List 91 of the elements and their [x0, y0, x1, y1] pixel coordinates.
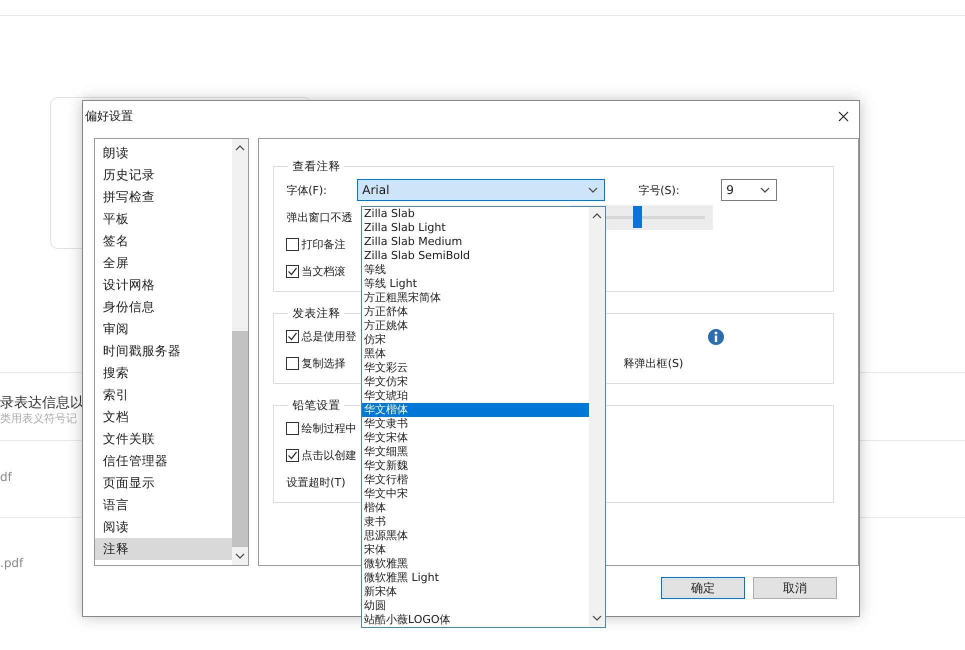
- category-item[interactable]: 页面显示: [95, 472, 232, 494]
- checkbox[interactable]: [286, 238, 300, 251]
- font-option[interactable]: 隶书: [362, 515, 589, 529]
- opacity-label: 弹出窗口不透: [286, 210, 352, 225]
- font-option[interactable]: 微软雅黑: [362, 557, 589, 571]
- checkbox[interactable]: [286, 449, 300, 462]
- group-title: 发表注释: [291, 306, 342, 321]
- category-item[interactable]: 签名: [95, 230, 232, 252]
- chevron-down-icon: [588, 187, 598, 193]
- scroll-down-icon: [592, 615, 602, 621]
- font-label: 字体(F):: [286, 182, 328, 198]
- font-option[interactable]: 华文中宋: [362, 487, 589, 501]
- font-option[interactable]: 等线 Light: [362, 277, 589, 291]
- font-option[interactable]: 等线: [362, 263, 589, 277]
- font-option[interactable]: 宋体: [362, 543, 589, 557]
- category-item[interactable]: 注释: [95, 538, 232, 560]
- font-option[interactable]: 站酷小薇LOGO体: [362, 613, 589, 627]
- timeout-label: 设置超时(T): [286, 475, 346, 490]
- category-item[interactable]: 文档: [95, 406, 232, 428]
- checkbox[interactable]: [286, 265, 300, 278]
- chevron-down-icon: [760, 187, 770, 193]
- file-name: .pdf: [0, 556, 24, 570]
- category-item[interactable]: 身份信息: [95, 296, 232, 318]
- check-icon: [287, 266, 298, 277]
- font-option[interactable]: Zilla Slab: [362, 207, 589, 221]
- category-item[interactable]: 拼写检查: [95, 186, 232, 208]
- font-option[interactable]: 华文琥珀: [362, 389, 589, 403]
- file-name: df: [0, 470, 12, 484]
- checkbox-label: 释弹出框(S): [624, 356, 684, 371]
- checkbox[interactable]: [286, 422, 300, 435]
- description-text: 类用表义符号记: [0, 412, 77, 425]
- font-option[interactable]: 华文仿宋: [362, 375, 589, 389]
- scroll-up-icon: [592, 213, 602, 219]
- scrollbar[interactable]: [232, 139, 248, 565]
- slider-thumb[interactable]: [632, 206, 642, 228]
- scroll-up-icon: [235, 145, 246, 151]
- category-item[interactable]: 搜索: [95, 362, 232, 384]
- font-option[interactable]: 华文细黑: [362, 445, 589, 459]
- font-option[interactable]: 华文宋体: [362, 431, 589, 445]
- category-item[interactable]: 朗读: [95, 142, 232, 164]
- scroll-down-icon: [235, 553, 246, 559]
- checkbox-label: 点击以创建: [301, 448, 356, 463]
- category-item[interactable]: 时间戳服务器: [95, 340, 232, 362]
- checkbox[interactable]: [286, 330, 300, 343]
- font-option[interactable]: 仿宋: [362, 333, 589, 347]
- category-item[interactable]: 索引: [95, 384, 232, 406]
- cancel-button[interactable]: 取消: [753, 577, 837, 599]
- category-item[interactable]: 文件关联: [95, 428, 232, 450]
- category-item[interactable]: 阅读: [95, 516, 232, 538]
- checkbox-label: 打印备注: [301, 237, 346, 252]
- check-icon: [287, 450, 298, 461]
- font-option[interactable]: 华文楷体: [362, 403, 589, 417]
- checkbox[interactable]: [286, 357, 300, 370]
- size-label: 字号(S):: [638, 182, 681, 198]
- font-option[interactable]: 黑体: [362, 347, 589, 361]
- font-option[interactable]: 方正粗黑宋简体: [362, 291, 589, 305]
- checkbox-label: 复制选择: [301, 356, 346, 371]
- check-icon: [287, 331, 298, 342]
- category-item[interactable]: 全屏: [95, 252, 232, 274]
- checkbox-label: 当文档滚: [301, 264, 346, 279]
- category-item[interactable]: 设计网格: [95, 274, 232, 296]
- font-option[interactable]: Zilla Slab SemiBold: [362, 249, 589, 263]
- checkbox-label: 总是使用登: [301, 329, 356, 344]
- dialog-title: 偏好设置: [85, 108, 133, 124]
- font-option[interactable]: 楷体: [362, 501, 589, 515]
- category-item[interactable]: 语言: [95, 494, 232, 516]
- category-item[interactable]: 信任管理器: [95, 450, 232, 472]
- font-option[interactable]: Zilla Slab Light: [362, 221, 589, 235]
- scrollbar[interactable]: [589, 207, 605, 627]
- font-option[interactable]: Zilla Slab Medium: [362, 235, 589, 249]
- category-item[interactable]: 历史记录: [95, 164, 232, 186]
- size-dropdown[interactable]: 9: [721, 179, 778, 201]
- font-option[interactable]: 微软雅黑 Light: [362, 571, 589, 585]
- font-option[interactable]: 华文新魏: [362, 459, 589, 473]
- font-option[interactable]: 方正姚体: [362, 319, 589, 333]
- close-icon: [838, 110, 849, 122]
- ok-button[interactable]: 确定: [661, 577, 745, 599]
- group-title: 查看注释: [291, 159, 342, 174]
- font-option[interactable]: 思源黑体: [362, 529, 589, 543]
- category-item[interactable]: 审阅: [95, 318, 232, 340]
- font-option[interactable]: 新宋体: [362, 585, 589, 599]
- font-option[interactable]: 华文彩云: [362, 361, 589, 375]
- category-item[interactable]: 平板: [95, 208, 232, 230]
- font-option[interactable]: 方正舒体: [362, 305, 589, 319]
- group-title: 铅笔设置: [291, 398, 342, 413]
- font-option[interactable]: 幼圆: [362, 599, 589, 613]
- font-option[interactable]: 华文隶书: [362, 417, 589, 431]
- scroll-thumb[interactable]: [232, 331, 248, 547]
- font-dropdown[interactable]: Arial: [357, 179, 606, 201]
- checkbox-label: 绘制过程中: [301, 421, 356, 436]
- font-option[interactable]: 华文行楷: [362, 473, 589, 487]
